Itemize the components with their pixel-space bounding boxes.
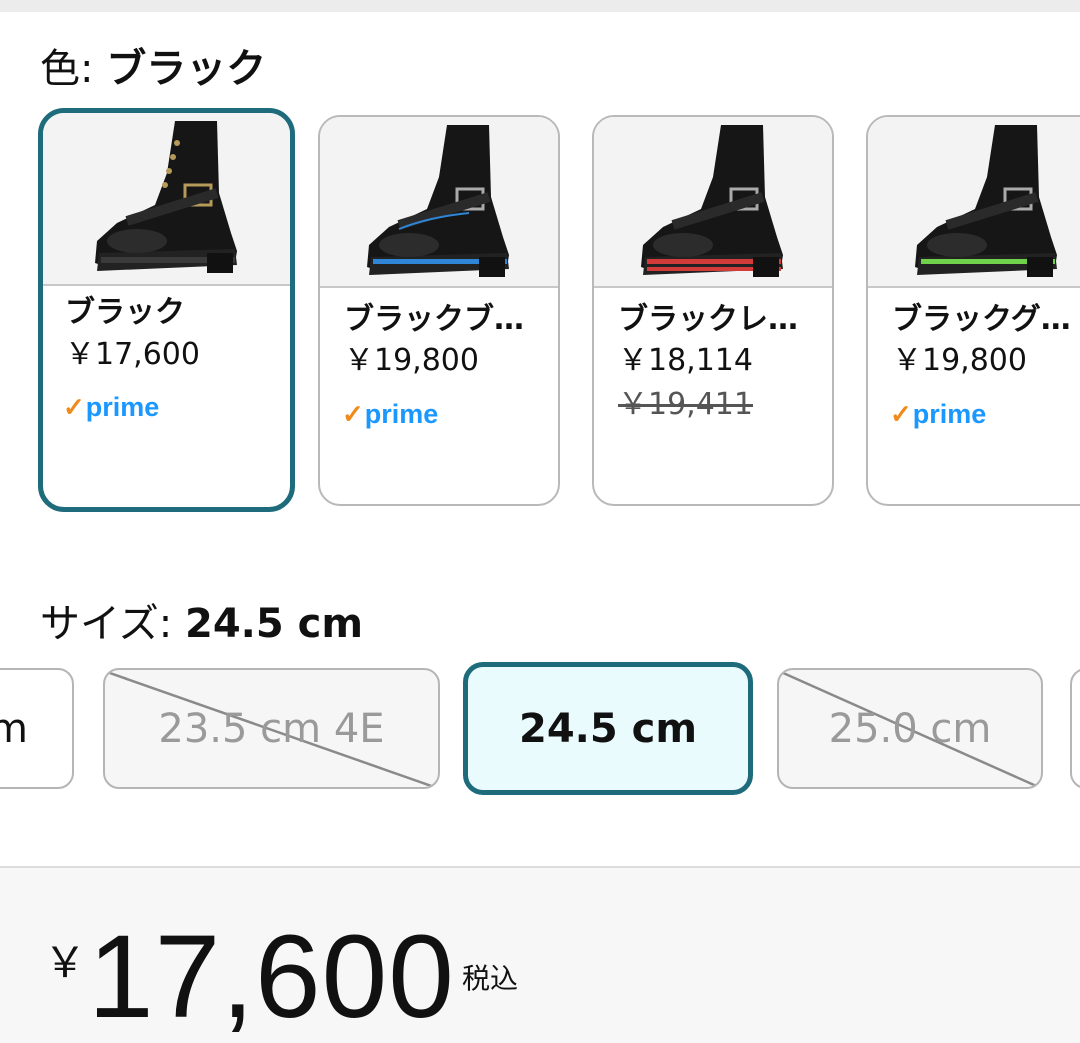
boot-image [94,121,237,273]
size-option-next[interactable] [1070,668,1080,789]
swatch-name: ブラックレ… [618,302,798,337]
size-option-previous[interactable]: m [0,668,74,789]
prime-badge: ✓prime [63,390,159,424]
color-swatch-black-green[interactable]: ブラックグ… ￥19,800 ✓prime [866,115,1080,506]
color-swatch-black-blue[interactable]: ブラックブ… ￥19,800 ✓prime [318,115,560,506]
boot-image [915,125,1057,277]
size-label: サイズ: [40,601,185,647]
swatch-price: ￥19,800 [892,343,1027,378]
prime-label: prime [912,399,987,429]
swatch-old-price: ￥19,411 [618,387,753,422]
product-image [868,117,1080,288]
prime-check-icon: ✓ [890,399,912,429]
color-swatch-black[interactable]: ブラック ￥17,600 ✓prime [38,108,295,512]
size-heading: サイズ: 24.5 cm [40,600,363,648]
boot-image [641,125,783,277]
top-strip [0,0,1080,12]
size-option-label: 25.0 cm [828,705,992,752]
product-image [320,117,558,288]
swatch-name: ブラックブ… [344,302,524,337]
prime-badge: ✓prime [890,397,986,431]
price-amount: 17,600 [88,911,455,1043]
color-label: 色: [40,46,107,92]
size-selected-value: 24.5 cm [185,601,364,647]
size-option-25-0[interactable]: 25.0 cm [777,668,1043,789]
color-swatch-black-red[interactable]: ブラックレ… ￥18,114 ￥19,411 [592,115,834,506]
prime-check-icon: ✓ [63,392,85,422]
color-selected-value: ブラック [106,46,267,92]
swatch-price: ￥19,800 [344,343,479,378]
prime-label: prime [85,392,160,422]
size-option-label: 24.5 cm [518,705,697,752]
tax-included-label: 税込 [462,962,519,995]
price-currency: ￥ [44,938,87,987]
product-image [594,117,832,288]
prime-badge: ✓prime [342,397,438,431]
swatch-name: ブラック [65,295,185,330]
prime-check-icon: ✓ [342,399,364,429]
boot-illustration [94,121,237,273]
swatch-name: ブラックグ… [892,302,1071,337]
product-image [43,113,290,286]
size-option-23-5-4e[interactable]: 23.5 cm 4E [103,668,440,789]
size-option-label: m [0,706,28,752]
boot-image [367,125,509,277]
size-option-24-5[interactable]: 24.5 cm [463,662,753,795]
prime-label: prime [364,399,439,429]
swatch-price: ￥18,114 [618,343,753,378]
size-option-label: 23.5 cm 4E [158,705,385,752]
swatch-price: ￥17,600 [65,337,200,372]
color-heading: 色: ブラック [40,45,266,93]
